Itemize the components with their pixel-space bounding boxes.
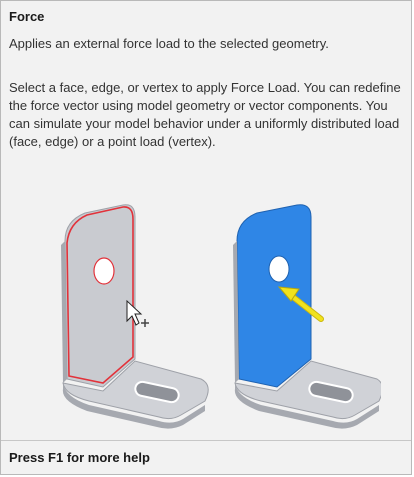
divider (1, 440, 411, 441)
illustration (41, 201, 383, 431)
help-hint: Press F1 for more help (9, 450, 150, 465)
tooltip-summary: Applies an external force load to the se… (9, 36, 329, 51)
bracket-right (233, 204, 383, 429)
force-tooltip: Force Applies an external force load to … (0, 0, 412, 475)
tooltip-title: Force (9, 9, 45, 24)
tooltip-description: Select a face, edge, or vertex to apply … (9, 80, 401, 149)
